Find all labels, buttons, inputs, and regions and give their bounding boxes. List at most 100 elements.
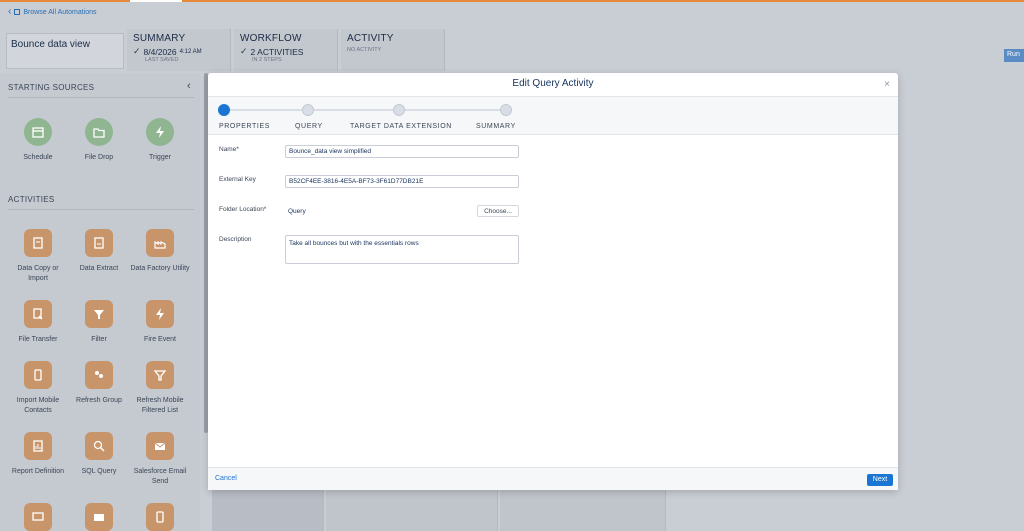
activity-label: Salesforce Email Send	[133, 468, 187, 485]
chevron-left-icon: ‹	[8, 6, 12, 17]
canvas-step-column	[500, 490, 666, 531]
activity-label: SQL Query	[81, 468, 117, 475]
close-icon[interactable]: ×	[884, 79, 890, 90]
activity-label: Refresh Group	[76, 397, 122, 404]
activity-data-extract[interactable]: Data Extract	[69, 229, 129, 274]
source-schedule[interactable]: Schedule	[8, 118, 68, 163]
tab-workflow-value-row: ✓ 2 ACTIVITIES	[240, 46, 331, 57]
envelope-icon	[85, 503, 113, 531]
name-label: Name*	[219, 146, 239, 153]
tab-summary[interactable]: SUMMARY ✓ 8/4/2026 4:12 AM LAST SAVED	[127, 29, 231, 71]
external-key-label: External Key	[219, 176, 256, 183]
browse-link-label: Browse All Automations	[23, 8, 97, 16]
tab-activity-title: ACTIVITY	[347, 33, 394, 44]
source-trigger[interactable]: Trigger	[130, 118, 190, 163]
data-factory-icon	[146, 229, 174, 257]
activity-label: Data Copy or Import	[17, 265, 59, 282]
step-query-dot[interactable]	[302, 104, 314, 116]
starting-sources-title: STARTING SOURCES	[8, 83, 95, 92]
next-button[interactable]: Next	[867, 474, 893, 486]
source-label: Schedule	[23, 154, 53, 161]
choose-folder-button[interactable]: Choose...	[477, 205, 519, 217]
source-file-drop[interactable]: File Drop	[69, 118, 129, 163]
activity-fire-event[interactable]: Fire Event	[130, 300, 190, 345]
modal-footer: Cancel Next	[208, 467, 898, 490]
tab-summary-time: 4:12 AM	[179, 48, 202, 55]
activity-label: Report Definition	[11, 468, 65, 475]
activity-label: Fire Event	[144, 336, 176, 343]
lightning-icon	[146, 118, 174, 146]
activity-filter[interactable]: Filter	[69, 300, 129, 345]
tab-workflow[interactable]: WORKFLOW ✓ 2 ACTIVITIES IN 2 STEPS	[234, 29, 338, 71]
activity-salesforce-email-send[interactable]: Salesforce Email Send	[130, 432, 190, 487]
tab-summary-value: 8/4/2026	[143, 46, 177, 57]
tab-activity-sub: NO ACTIVITY	[347, 47, 382, 53]
activity-label: Data Extract	[79, 265, 119, 272]
activity-refresh-mobile[interactable]: Refresh Mobile Filtered List	[130, 361, 190, 416]
automation-name-field[interactable]: Bounce data view	[6, 33, 124, 69]
refresh-group-icon	[85, 361, 113, 389]
mobile-icon	[146, 503, 174, 531]
tab-summary-title: SUMMARY	[133, 33, 186, 44]
cancel-button[interactable]: Cancel	[215, 475, 237, 482]
description-label: Description	[219, 236, 252, 243]
step-properties-label[interactable]: PROPERTIES	[219, 123, 270, 130]
data-extract-icon	[85, 229, 113, 257]
tab-activity[interactable]: ACTIVITY NO ACTIVITY	[341, 29, 445, 71]
activity-label: File Transfer	[18, 336, 58, 343]
activity-report-definition[interactable]: Report Definition	[8, 432, 68, 477]
folder-location-value: Query	[288, 208, 306, 215]
email-send-icon	[146, 432, 174, 460]
activity-file-transfer[interactable]: File Transfer	[8, 300, 68, 345]
divider	[8, 97, 194, 98]
step-summary-label[interactable]: SUMMARY	[476, 123, 516, 130]
check-icon: ✓	[240, 46, 248, 56]
filter-icon	[85, 300, 113, 328]
name-field[interactable]: Bounce_data view simplified	[285, 145, 519, 158]
check-icon: ✓	[133, 46, 141, 56]
run-button[interactable]: Run	[1004, 49, 1024, 62]
tab-workflow-sub: IN 2 STEPS	[252, 57, 282, 63]
calendar-icon	[24, 118, 52, 146]
file-transfer-icon	[24, 300, 52, 328]
collapse-sidebar-icon[interactable]: ‹	[187, 80, 191, 92]
tab-workflow-title: WORKFLOW	[240, 33, 302, 44]
description-field[interactable]: Take all bounces but with the essentials…	[285, 235, 519, 264]
activity-label: Data Factory Utility	[130, 265, 190, 272]
step-target-label[interactable]: TARGET DATA EXTENSION	[350, 123, 452, 130]
step-summary-dot[interactable]	[500, 104, 512, 116]
activity-label: Import Mobile Contacts	[16, 397, 60, 414]
data-import-icon	[24, 229, 52, 257]
activity-import-mobile[interactable]: Import Mobile Contacts	[8, 361, 68, 416]
step-query-label[interactable]: QUERY	[295, 123, 323, 130]
activity-sql-query[interactable]: SQL Query	[69, 432, 129, 477]
folder-drop-icon	[85, 118, 113, 146]
browse-all-automations-link[interactable]: ‹ Browse All Automations	[8, 6, 97, 17]
activity-refresh-group[interactable]: Refresh Group	[69, 361, 129, 406]
step-properties-dot[interactable]	[218, 104, 230, 116]
fire-event-icon	[146, 300, 174, 328]
refresh-mobile-icon	[146, 361, 174, 389]
activity-label: Filter	[91, 336, 107, 343]
stepper-track	[224, 109, 506, 111]
import-mobile-icon	[24, 361, 52, 389]
list-icon	[14, 9, 21, 15]
active-tab-indicator	[130, 0, 182, 2]
activity-mobile[interactable]	[130, 503, 190, 531]
modal-header: Edit Query Activity ×	[208, 73, 898, 97]
external-key-field[interactable]: B52CF4EE-3816-4E5A-BF73-3F61D77DB21E	[285, 175, 519, 188]
step-target-dot[interactable]	[393, 104, 405, 116]
activity-label: Refresh Mobile Filtered List	[136, 397, 184, 414]
canvas-step-column	[326, 490, 498, 531]
folder-location-label: Folder Location*	[219, 206, 267, 213]
activity-envelope[interactable]	[69, 503, 129, 531]
canvas-step-column	[212, 490, 324, 531]
activity-chat[interactable]	[8, 503, 68, 531]
source-label: File Drop	[84, 154, 114, 161]
modal-title: Edit Query Activity	[512, 78, 594, 89]
sql-query-icon	[85, 432, 113, 460]
source-label: Trigger	[149, 154, 171, 161]
activity-data-factory[interactable]: Data Factory Utility	[130, 229, 190, 274]
chat-icon	[24, 503, 52, 531]
activity-data-copy-import[interactable]: Data Copy or Import	[8, 229, 68, 284]
